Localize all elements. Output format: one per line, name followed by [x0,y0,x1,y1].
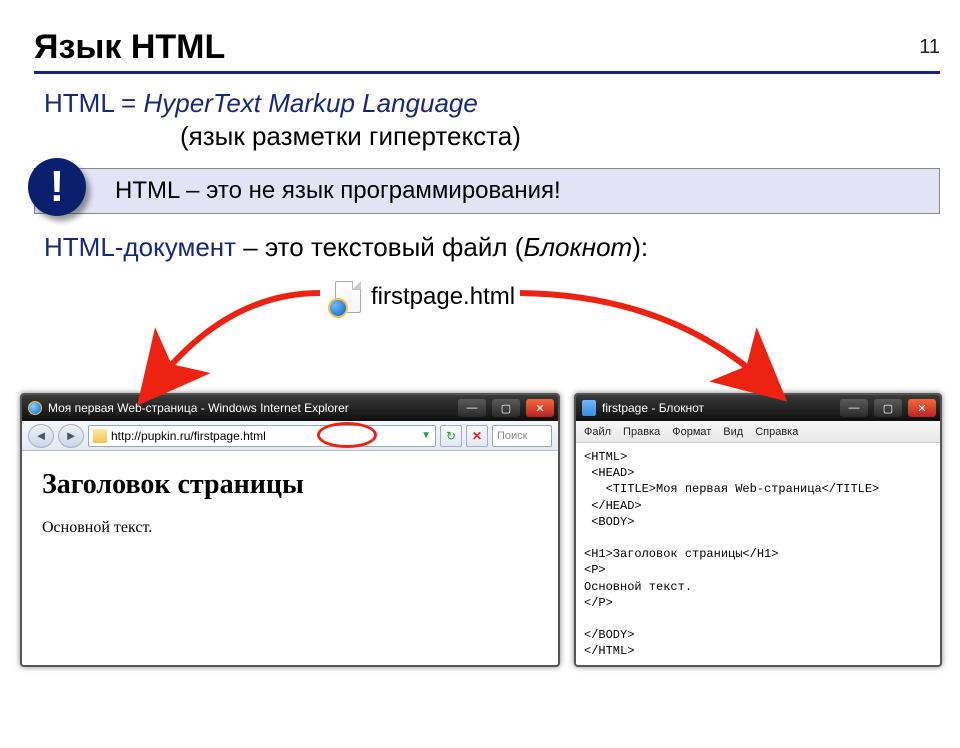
np-minimize-button[interactable]: — [840,399,868,417]
file-area: firstpage.html [0,273,960,393]
notepad-window: firstpage - Блокнот — ▢ ✕ Файл Правка Фо… [574,393,942,667]
ie-icon [28,401,42,415]
callout: ! HTML – это не язык программирования! [34,168,940,214]
windows-row: Моя первая Web-страница - Windows Intern… [0,393,960,667]
page-paragraph: Основной текст. [42,519,538,537]
arrow-right-icon [505,283,785,398]
page-heading: Заголовок страницы [42,469,538,501]
stop-button[interactable]: ✕ [466,425,488,447]
ie-toolbar: ◄ ► http://pupkin.ru/firstpage.html ▼ ↻ … [22,421,558,451]
arrow-left-icon [120,283,340,398]
forward-button[interactable]: ► [58,424,84,448]
doc-line-end: ): [632,232,648,262]
page-number: 11 [919,36,940,59]
menu-view[interactable]: Вид [723,426,743,438]
menu-edit[interactable]: Правка [623,426,660,438]
ie-window: Моя первая Web-страница - Windows Intern… [20,393,560,667]
np-maximize-button[interactable]: ▢ [874,399,902,417]
def-expansion: HyperText Markup Language [143,88,477,118]
callout-text: HTML – это не язык программирования! [34,168,940,214]
file-icon-wrap: firstpage.html [335,281,515,313]
doc-line-hl: HTML-документ [44,232,236,262]
address-url: http://pupkin.ru/firstpage.html [111,429,266,443]
exclamation-icon: ! [28,158,86,216]
definition-sub: (язык разметки гипертекста) [180,121,960,152]
file-label: firstpage.html [371,283,515,311]
definition-line: HTML = HyperText Markup Language [44,88,960,119]
np-close-button[interactable]: ✕ [908,399,936,417]
address-bar[interactable]: http://pupkin.ru/firstpage.html ▼ [88,425,436,447]
doc-line-mid: – это текстовый файл ( [236,232,523,262]
close-button[interactable]: ✕ [526,399,554,417]
def-lhs: HTML [44,88,114,118]
address-dropdown-icon[interactable]: ▼ [421,430,431,441]
ie-title-text: Моя первая Web-страница - Windows Intern… [48,401,349,415]
np-titlebar[interactable]: firstpage - Блокнот — ▢ ✕ [576,395,940,421]
highlight-circle-icon [317,422,377,448]
doc-line-em: Блокнот [523,232,632,262]
title-rule [34,71,940,74]
def-eq: = [121,88,136,118]
minimize-button[interactable]: — [458,399,486,417]
search-input[interactable]: Поиск [492,425,552,447]
refresh-button[interactable]: ↻ [440,425,462,447]
menu-file[interactable]: Файл [584,426,611,438]
ie-titlebar[interactable]: Моя первая Web-страница - Windows Intern… [22,395,558,421]
menu-format[interactable]: Формат [672,426,711,438]
back-button[interactable]: ◄ [28,424,54,448]
maximize-button[interactable]: ▢ [492,399,520,417]
favicon-icon [93,429,107,443]
notepad-icon [582,400,596,416]
np-menu-bar: Файл Правка Формат Вид Справка [576,421,940,443]
np-textarea[interactable]: <HTML> <HEAD> <TITLE>Моя первая Web-стра… [576,443,940,665]
doc-line: HTML-документ – это текстовый файл (Блок… [44,232,960,263]
menu-help[interactable]: Справка [755,426,798,438]
np-title-text: firstpage - Блокнот [602,401,704,415]
slide-title: Язык HTML [34,28,960,67]
ie-viewport: Заголовок страницы Основной текст. [22,451,558,555]
